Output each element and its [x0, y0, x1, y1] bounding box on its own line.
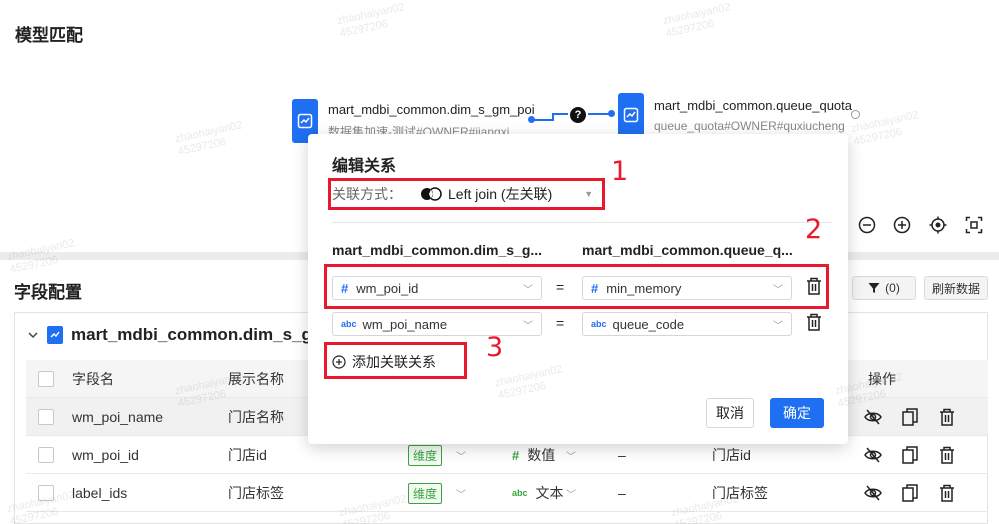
row-field-name: wm_poi_name: [72, 409, 164, 425]
chevron-down-icon: ﹀: [523, 321, 533, 332]
filter-button[interactable]: (0): [852, 276, 916, 300]
node-anchor-dot[interactable]: [851, 110, 860, 119]
row-type-label: 文本: [535, 485, 564, 501]
chevron-down-icon: ﹀: [773, 321, 783, 332]
annotation-box-2: [324, 264, 829, 309]
right-field-value: queue_code: [612, 316, 685, 332]
delete-relation-icon[interactable]: [806, 313, 824, 333]
right-table-header: mart_mdbi_common.queue_q...: [582, 242, 793, 258]
annotation-number-3: 3: [486, 332, 504, 363]
right-field-select[interactable]: abc queue_code ﹀: [582, 312, 792, 336]
row-checkbox[interactable]: [38, 409, 54, 425]
row-desc: 门店标签: [712, 485, 768, 501]
role-dropdown-chevron-icon[interactable]: ﹀: [456, 474, 466, 512]
right-node-subtitle: queue_quota#OWNER#quxiucheng: [654, 118, 845, 133]
text-type-icon: abc: [512, 488, 528, 498]
type-dropdown-chevron-icon[interactable]: ﹀: [566, 474, 576, 512]
column-display-name: 展示名称: [228, 371, 284, 387]
join-type-indicator[interactable]: ?: [570, 107, 586, 123]
join-line-left: [532, 119, 552, 121]
delete-icon[interactable]: [939, 474, 955, 512]
annotation-number-2: 2: [805, 214, 823, 245]
delete-icon[interactable]: [939, 436, 955, 474]
join-connector-dot: [608, 110, 615, 117]
left-field-select[interactable]: abc wm_poi_name ﹀: [332, 312, 542, 336]
join-line-mid: [552, 113, 568, 115]
collapse-chevron-icon[interactable]: [27, 329, 39, 341]
copy-icon[interactable]: [902, 436, 918, 474]
text-type-icon: abc: [341, 319, 357, 329]
filter-count: (0): [885, 281, 900, 295]
left-table-header: mart_mdbi_common.dim_s_g...: [332, 242, 543, 258]
row-display-name: 门店id: [228, 447, 267, 463]
filter-icon: [868, 283, 880, 293]
delete-icon[interactable]: [939, 398, 955, 436]
row-default: –: [618, 485, 626, 501]
field-config-title: 字段配置: [14, 283, 82, 302]
row-type[interactable]: abc 文本: [512, 474, 564, 512]
right-table-node[interactable]: mart_mdbi_common.queue_quota queue_quota…: [618, 93, 853, 137]
zoom-out-icon[interactable]: [857, 215, 877, 235]
row-checkbox[interactable]: [38, 447, 54, 463]
row-field-name: wm_poi_id: [72, 447, 139, 463]
table-card-header[interactable]: mart_mdbi_common.dim_s_gm: [27, 325, 327, 345]
copy-icon[interactable]: [902, 474, 918, 512]
hide-field-icon[interactable]: [864, 398, 882, 436]
refresh-data-button[interactable]: 刷新数据: [924, 276, 988, 300]
number-type-icon: #: [512, 447, 520, 463]
zoom-in-icon[interactable]: [892, 215, 912, 235]
model-match-title: 模型匹配: [15, 26, 83, 45]
column-actions: 操作: [868, 371, 896, 387]
join-line-right: [588, 113, 610, 115]
row-display-name: 门店标签: [228, 485, 284, 501]
modal-divider: [332, 222, 832, 223]
table-title: mart_mdbi_common.dim_s_gm: [71, 325, 328, 344]
row-type-label: 数值: [527, 447, 556, 463]
copy-icon[interactable]: [902, 398, 918, 436]
fit-screen-icon[interactable]: [964, 215, 984, 235]
table-icon: [47, 326, 63, 344]
table-row[interactable]: label_ids 门店标签 维度 ﹀ abc 文本 ﹀ – 门店标签: [26, 474, 988, 512]
hide-field-icon[interactable]: [864, 436, 882, 474]
hide-field-icon[interactable]: [864, 474, 882, 512]
select-all-checkbox[interactable]: [38, 371, 54, 387]
column-field-name: 字段名: [72, 371, 114, 387]
locate-icon[interactable]: [928, 215, 948, 235]
confirm-button[interactable]: 确定: [770, 398, 824, 428]
row-checkbox[interactable]: [38, 485, 54, 501]
row-field-name: label_ids: [72, 485, 128, 501]
chart-icon: [618, 93, 644, 137]
cancel-button[interactable]: 取消: [706, 398, 754, 428]
left-field-value: wm_poi_name: [362, 316, 448, 332]
annotation-box-3: [324, 342, 467, 379]
role-tag: 维度: [408, 444, 443, 466]
row-display-name: 门店名称: [228, 409, 284, 425]
equals-sign: =: [556, 315, 565, 331]
modal-title: 编辑关系: [332, 158, 397, 175]
text-type-icon: abc: [591, 319, 607, 329]
right-node-title: mart_mdbi_common.queue_quota: [654, 97, 853, 113]
annotation-box-1: [328, 178, 605, 210]
role-tag: 维度: [408, 482, 443, 504]
left-node-title: mart_mdbi_common.dim_s_gm_poi: [328, 102, 535, 117]
annotation-number-1: 1: [611, 156, 629, 187]
